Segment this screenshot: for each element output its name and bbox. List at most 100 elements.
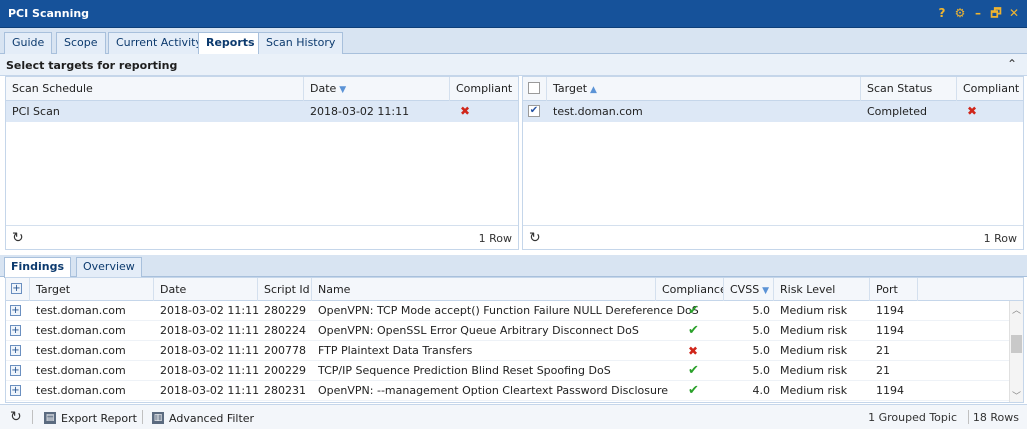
- section-title: Select targets for reporting: [6, 59, 178, 72]
- schedule-date: 2018-03-02 11:11: [310, 105, 410, 118]
- finding-target: test.doman.com: [36, 364, 126, 377]
- expand-row-icon[interactable]: +: [10, 305, 21, 316]
- column-compliant[interactable]: Compliant: [450, 77, 520, 101]
- divider: [968, 410, 969, 424]
- finding-script-id: 280224: [264, 324, 306, 337]
- select-all-cell: [523, 77, 547, 101]
- compliant-check-icon: ✔: [688, 383, 699, 398]
- section-header: Select targets for reporting ⌃: [0, 54, 1027, 76]
- column-target-compliant[interactable]: Compliant: [957, 77, 1025, 101]
- vertical-scrollbar[interactable]: ︿ ﹀: [1009, 301, 1023, 402]
- table-row[interactable]: ✔ test.doman.com Completed ✖: [523, 101, 1023, 122]
- column-name[interactable]: Name: [312, 278, 656, 301]
- target-host: test.doman.com: [553, 105, 643, 118]
- advanced-filter-button[interactable]: ▥ Advanced Filter: [152, 410, 254, 426]
- compliant-check-icon: ✔: [688, 303, 699, 318]
- finding-cvss: 5.0: [752, 344, 771, 357]
- target-panel: Target ▲ Scan Status Compliant ✔ test.dom…: [522, 76, 1024, 250]
- scan-schedule-panel: Scan Schedule Date ▼ Compliant PCI Scan 2…: [5, 76, 519, 250]
- findings-tabbar: Findings Overview: [0, 255, 1027, 278]
- expand-row-icon[interactable]: +: [10, 385, 21, 396]
- window-controls: ? ⚙ – 🗗 ✕: [935, 5, 1021, 21]
- column-cvss[interactable]: CVSS ▼: [724, 278, 774, 301]
- tab-scope[interactable]: Scope: [56, 32, 106, 54]
- scan-schedule-header: Scan Schedule Date ▼ Compliant: [6, 77, 518, 101]
- table-row[interactable]: PCI Scan 2018-03-02 11:11 ✖: [6, 101, 518, 122]
- main-tabbar: Guide Scope Current Activity Reports Sca…: [0, 28, 1027, 55]
- finding-port: 21: [876, 364, 890, 377]
- refresh-icon[interactable]: ↻: [10, 409, 22, 425]
- compliant-check-icon: ✔: [688, 363, 699, 378]
- finding-risk-level: Medium risk: [780, 304, 848, 317]
- help-icon[interactable]: ?: [935, 5, 949, 21]
- finding-script-id: 200778: [264, 344, 306, 357]
- title-bar: PCI Scanning ? ⚙ – 🗗 ✕: [0, 0, 1027, 28]
- findings-row-count: 18 Rows: [972, 411, 1019, 424]
- finding-risk-level: Medium risk: [780, 344, 848, 357]
- minimize-icon[interactable]: –: [971, 5, 985, 21]
- column-date[interactable]: Date: [154, 278, 258, 301]
- select-all-checkbox[interactable]: [528, 82, 540, 94]
- finding-target: test.doman.com: [36, 344, 126, 357]
- expand-row-icon[interactable]: +: [10, 345, 21, 356]
- findings-header: + Target Date Script Id Name Compliance …: [6, 278, 1023, 301]
- finding-port: 1194: [876, 304, 904, 317]
- export-report-button[interactable]: ▤ Export Report: [44, 410, 137, 426]
- sort-desc-icon: ▼: [339, 85, 347, 95]
- table-row[interactable]: + test.doman.com 2018-03-02 11:11 200229 TCP…: [6, 361, 1011, 381]
- finding-name: TCP/IP Sequence Prediction Blind Reset S…: [318, 364, 611, 377]
- tab-reports[interactable]: Reports: [198, 32, 263, 55]
- table-row[interactable]: + test.doman.com 2018-03-02 11:11 280229 Ope…: [6, 301, 1011, 321]
- finding-date: 2018-03-02 11:11: [160, 324, 260, 337]
- tab-findings[interactable]: Findings: [4, 257, 72, 278]
- column-compliance-status[interactable]: Compliance S: [656, 278, 724, 301]
- tab-scan-history[interactable]: Scan History: [258, 32, 344, 54]
- finding-date: 2018-03-02 11:11: [160, 344, 260, 357]
- refresh-icon[interactable]: ↻: [12, 230, 24, 246]
- compliant-check-icon: ✔: [688, 323, 699, 338]
- finding-target: test.doman.com: [36, 384, 126, 397]
- finding-script-id: 200229: [264, 364, 306, 377]
- refresh-icon[interactable]: ↻: [529, 230, 541, 246]
- panel-footer: ↻ 1 Row: [523, 225, 1023, 249]
- finding-target: test.doman.com: [36, 304, 126, 317]
- table-row[interactable]: + test.doman.com 2018-03-02 11:11 280231 Ope…: [6, 381, 1011, 401]
- tab-guide[interactable]: Guide: [4, 32, 53, 54]
- finding-cvss: 5.0: [752, 304, 771, 317]
- collapse-icon[interactable]: ⌃: [1007, 57, 1017, 71]
- finding-risk-level: Medium risk: [780, 364, 848, 377]
- column-target[interactable]: Target: [30, 278, 154, 301]
- tab-current-activity[interactable]: Current Activity: [108, 32, 210, 54]
- app-title: PCI Scanning: [8, 7, 90, 20]
- scroll-down-icon[interactable]: ﹀: [1012, 389, 1021, 402]
- close-icon[interactable]: ✕: [1007, 5, 1021, 21]
- non-compliant-icon: ✖: [688, 344, 699, 358]
- column-port[interactable]: Port: [870, 278, 918, 301]
- row-checkbox[interactable]: ✔: [528, 105, 540, 117]
- column-scan-status[interactable]: Scan Status: [861, 77, 957, 101]
- finding-cvss: 5.0: [752, 364, 771, 377]
- tab-overview[interactable]: Overview: [76, 257, 142, 277]
- schedule-name: PCI Scan: [12, 105, 60, 118]
- gear-icon[interactable]: ⚙: [953, 5, 967, 21]
- table-row[interactable]: + test.doman.com 2018-03-02 11:11 200778 FTP…: [6, 341, 1011, 361]
- expand-all-icon[interactable]: +: [11, 283, 22, 294]
- column-target[interactable]: Target ▲: [547, 77, 861, 101]
- advanced-filter-label: Advanced Filter: [169, 411, 255, 425]
- restore-icon[interactable]: 🗗: [989, 5, 1003, 21]
- scroll-up-icon[interactable]: ︿: [1012, 303, 1021, 316]
- finding-cvss: 5.0: [752, 324, 771, 337]
- expand-row-icon[interactable]: +: [10, 325, 21, 336]
- scroll-thumb[interactable]: [1011, 335, 1022, 353]
- column-scan-schedule[interactable]: Scan Schedule: [6, 77, 304, 101]
- finding-script-id: 280229: [264, 304, 306, 317]
- table-row[interactable]: + test.doman.com 2018-03-02 11:11 280224 Ope…: [6, 321, 1011, 341]
- finding-target: test.doman.com: [36, 324, 126, 337]
- finding-name: OpenVPN: TCP Mode accept() Function Fail…: [318, 304, 699, 317]
- column-date[interactable]: Date ▼: [304, 77, 450, 101]
- column-risk-level[interactable]: Risk Level: [774, 278, 870, 301]
- expand-row-icon[interactable]: +: [10, 365, 21, 376]
- finding-port: 1194: [876, 384, 904, 397]
- finding-name: OpenVPN: OpenSSL Error Queue Arbitrary D…: [318, 324, 639, 337]
- column-script-id[interactable]: Script Id: [258, 278, 312, 301]
